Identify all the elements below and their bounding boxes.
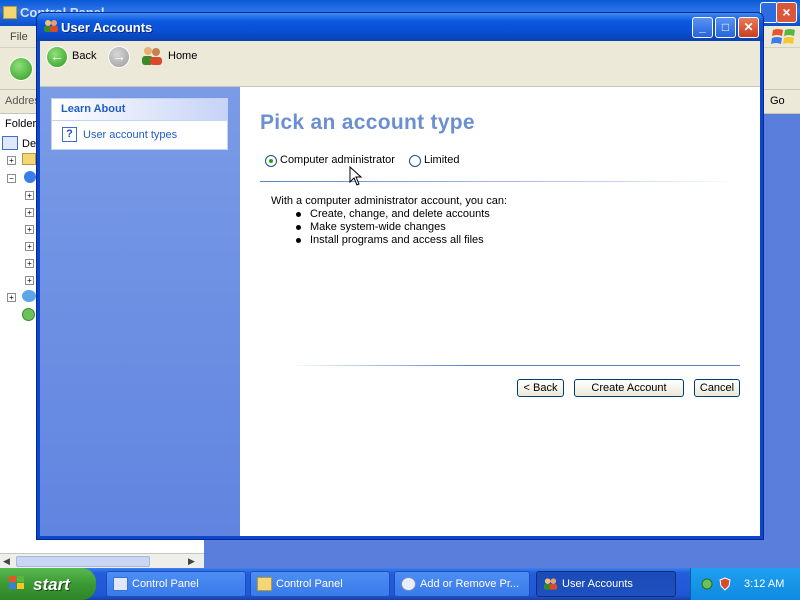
description-text: With a computer administrator account, y… [271, 195, 507, 207]
taskbar-item-label: User Accounts [562, 578, 633, 590]
mouse-pointer-icon [349, 166, 363, 186]
help-icon: ? [62, 127, 77, 142]
folder-icon [257, 577, 272, 591]
windows-logo-icon [771, 29, 795, 44]
user-accounts-icon [543, 578, 558, 590]
task-pane: Learn About ? User account types [40, 87, 240, 536]
cancel-button[interactable]: Cancel [694, 379, 740, 397]
list-item: Create, change, and delete accounts [296, 208, 490, 221]
close-button[interactable]: ✕ [738, 17, 759, 38]
back-arrow-icon[interactable]: ← [46, 46, 68, 68]
scroll-right-icon[interactable]: ▶ [188, 556, 195, 567]
folder-icon [3, 6, 17, 19]
network-icon [22, 290, 36, 302]
user-accounts-icon [44, 20, 58, 32]
recycle-bin-icon [22, 308, 35, 321]
windows-logo-icon [9, 576, 24, 589]
tree-expand-icon[interactable]: + [25, 208, 34, 217]
tree-expand-icon[interactable]: + [25, 276, 34, 285]
user-accounts-window: User Accounts _ □ ✕ ← Back → Home Learn … [36, 12, 764, 540]
tree-expand-icon[interactable]: + [7, 293, 16, 302]
list-item: Install programs and access all files [296, 234, 490, 247]
home-users-icon[interactable] [141, 46, 163, 66]
list-item: Make system-wide changes [296, 221, 490, 234]
menu-file[interactable]: File [10, 31, 28, 43]
forward-arrow-icon[interactable]: → [108, 46, 130, 68]
security-shield-icon[interactable] [718, 577, 732, 591]
desktop-area [204, 540, 800, 568]
background-back-arrow-icon[interactable] [9, 57, 33, 81]
tree-expand-icon[interactable]: + [25, 225, 34, 234]
window-title: User Accounts [61, 20, 153, 35]
desktop-icon [2, 136, 18, 150]
taskbar-item-label: Control Panel [132, 578, 199, 590]
divider [288, 365, 740, 366]
scrollbar-thumb[interactable] [16, 556, 150, 567]
title-bar[interactable]: User Accounts _ □ ✕ [37, 13, 763, 41]
maximize-button[interactable]: □ [715, 17, 736, 38]
tree-expand-icon[interactable]: + [25, 259, 34, 268]
navigation-toolbar: ← Back → Home [40, 41, 760, 87]
background-close-button[interactable]: × [776, 2, 797, 23]
taskbar-item-user-accounts[interactable]: User Accounts [536, 571, 676, 597]
scroll-left-icon[interactable]: ◀ [3, 556, 10, 567]
add-remove-programs-icon [401, 577, 416, 591]
radio-label-administrator[interactable]: Computer administrator [280, 154, 395, 166]
back-button-label[interactable]: Back [72, 50, 96, 62]
radio-label-limited[interactable]: Limited [424, 154, 459, 166]
taskbar-item-add-remove-programs[interactable]: Add or Remove Pr... [394, 571, 530, 597]
radio-computer-administrator[interactable] [265, 155, 277, 167]
taskbar-item-control-panel[interactable]: Control Panel [106, 571, 246, 597]
content-pane: Pick an account type Computer administra… [240, 87, 760, 536]
computer-icon [24, 171, 36, 183]
home-button-label[interactable]: Home [168, 50, 197, 62]
capabilities-list: Create, change, and delete accounts Make… [296, 208, 490, 247]
control-panel-icon [113, 577, 128, 591]
taskbar-item-label: Add or Remove Pr... [420, 578, 520, 590]
go-button[interactable]: Go [764, 93, 800, 111]
divider [260, 181, 740, 182]
start-label[interactable]: start [33, 575, 70, 595]
tree-collapse-icon[interactable]: − [7, 174, 16, 183]
taskbar-item-control-panel-2[interactable]: Control Panel [250, 571, 390, 597]
tree-expand-icon[interactable]: + [25, 191, 34, 200]
radio-selected-dot [269, 159, 273, 163]
learn-about-box: Learn About ? User account types [51, 98, 228, 150]
clock[interactable]: 3:12 AM [744, 578, 784, 590]
radio-limited[interactable] [409, 155, 421, 167]
tree-item-desktop[interactable]: De [22, 138, 36, 150]
user-account-types-link[interactable]: User account types [83, 129, 177, 141]
tree-expand-icon[interactable]: + [25, 242, 34, 251]
minimize-button[interactable]: _ [692, 17, 713, 38]
create-account-button[interactable]: Create Account [574, 379, 684, 397]
tree-expand-icon[interactable]: + [7, 156, 16, 165]
back-button[interactable]: < Back [517, 379, 564, 397]
learn-about-title: Learn About [61, 103, 126, 115]
background-desktop-strip [764, 114, 800, 554]
learn-about-header: Learn About [52, 99, 227, 121]
page-title: Pick an account type [260, 111, 475, 134]
window-body: Learn About ? User account types Pick an… [40, 87, 760, 536]
network-tray-icon[interactable] [700, 577, 714, 591]
folder-icon [22, 153, 36, 165]
taskbar-item-label: Control Panel [276, 578, 343, 590]
